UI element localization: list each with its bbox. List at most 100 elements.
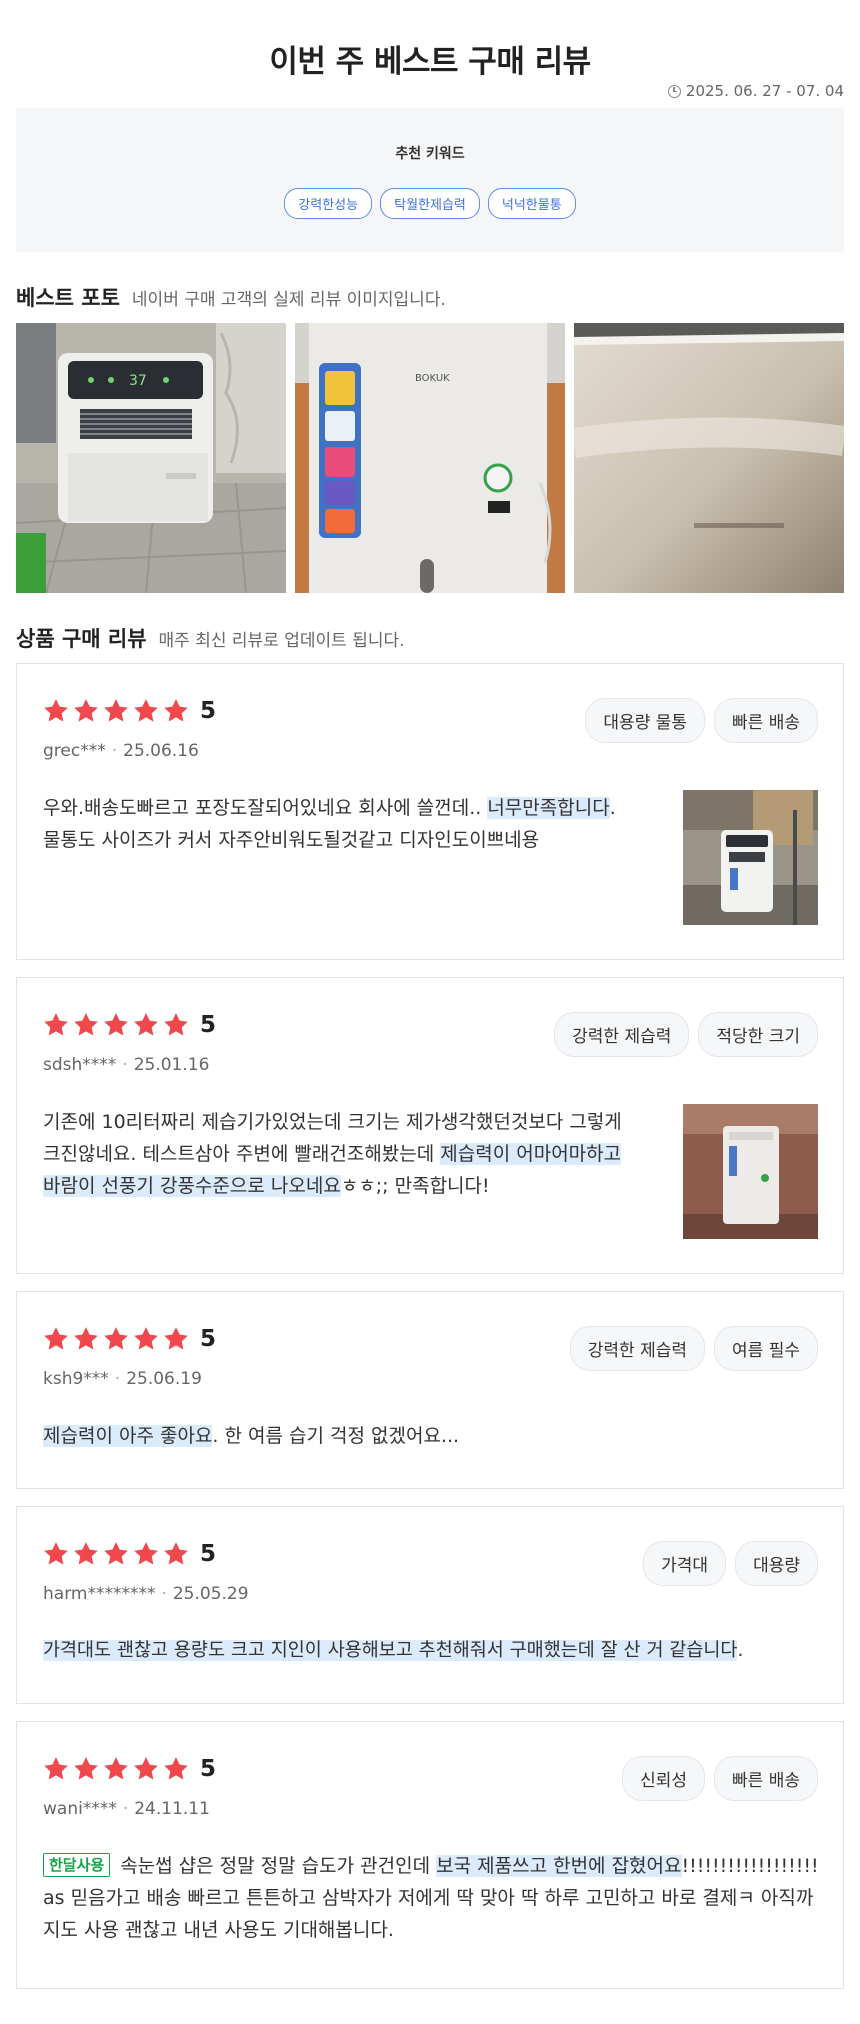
star-icon bbox=[44, 1542, 68, 1565]
svg-text:BOKUK: BOKUK bbox=[415, 373, 450, 384]
review-card[interactable]: 5 grec*** · 25.06.16 대용량 물통 빠른 배송 우와.배송도빠르… bbox=[16, 663, 844, 960]
review-meta: sdsh**** · 25.01.16 bbox=[43, 1055, 210, 1075]
best-photo-1[interactable]: 37 bbox=[16, 323, 286, 593]
review-text: 우와.배송도빠르고 포장도잘되어있네요 회사에 쓸껀데.. 너무만족합니다. 물통… bbox=[43, 797, 616, 851]
keyword-tag-list: 강력한성능 탁월한제습력 넉넉한물통 bbox=[16, 188, 844, 219]
reviewer-id: grec*** bbox=[43, 741, 106, 761]
review-photo bbox=[683, 790, 818, 925]
review-tag[interactable]: 가격대 bbox=[643, 1541, 727, 1586]
star-icon bbox=[74, 1757, 98, 1780]
review-meta: grec*** · 25.06.16 bbox=[43, 741, 199, 761]
review-thumbnail[interactable] bbox=[683, 1104, 818, 1239]
clock-icon bbox=[667, 84, 681, 98]
star-icon bbox=[134, 1327, 158, 1350]
star-icon bbox=[44, 1757, 68, 1780]
star-icon bbox=[74, 1542, 98, 1565]
review-tag[interactable]: 여름 필수 bbox=[714, 1326, 818, 1371]
star-icon bbox=[134, 699, 158, 722]
usage-period-badge: 한달사용 bbox=[43, 1853, 111, 1877]
review-tag[interactable]: 대용량 물통 bbox=[585, 698, 706, 743]
keywords-title: 추천 키워드 bbox=[395, 146, 465, 162]
review-card[interactable]: 5 sdsh**** · 25.01.16 강력한 제습력 적당한 크기 기존에 1… bbox=[16, 977, 844, 1274]
star-rating: 5 bbox=[42, 1011, 216, 1039]
review-tag[interactable]: 신뢰성 bbox=[622, 1756, 706, 1801]
star-icon bbox=[44, 1013, 68, 1036]
review-text: 한달사용 속눈썹 샵은 정말 정말 습도가 관건인데 보국 제품쓰고 한번에 잡혔… bbox=[43, 1853, 819, 1941]
keyword-tag[interactable]: 강력한성능 bbox=[284, 188, 373, 219]
review-tags: 대용량 물통 빠른 배송 bbox=[585, 698, 818, 743]
reviewer-id: sdsh**** bbox=[43, 1055, 117, 1075]
star-rating: 5 bbox=[42, 1325, 216, 1353]
star-icon bbox=[104, 1013, 128, 1036]
review-tag[interactable]: 빠른 배송 bbox=[714, 1756, 818, 1801]
review-date: 24.11.11 bbox=[134, 1799, 210, 1819]
best-photo-title: 베스트 포토 bbox=[16, 286, 120, 310]
star-icon bbox=[104, 1757, 128, 1780]
star-icon bbox=[164, 1542, 188, 1565]
review-tags: 가격대 대용량 bbox=[643, 1541, 818, 1586]
period-text: 2025. 06. 27 - 07. 04 bbox=[685, 82, 844, 100]
star-icon bbox=[44, 1327, 68, 1350]
best-photo-header: 베스트 포토 네이버 구매 고객의 실제 리뷰 이미지입니다. bbox=[16, 282, 446, 312]
review-text: 가격대도 괜찮고 용량도 크고 지인이 사용해보고 추천해줘서 구매했는데 잘 … bbox=[43, 1640, 744, 1661]
reviews-header: 상품 구매 리뷰 매주 최신 리뷰로 업데이트 됩니다. bbox=[16, 623, 405, 653]
review-date: 25.01.16 bbox=[133, 1055, 210, 1075]
review-meta: wani**** · 24.11.11 bbox=[43, 1799, 210, 1819]
review-tags: 강력한 제습력 적당한 크기 bbox=[554, 1012, 818, 1057]
review-tag[interactable]: 빠른 배송 bbox=[714, 698, 818, 743]
reviews-title: 상품 구매 리뷰 bbox=[16, 627, 147, 651]
dehumidifier-closeup-photo bbox=[574, 323, 844, 593]
star-icon bbox=[74, 1013, 98, 1036]
reviews-subtitle: 매주 최신 리뷰로 업데이트 됩니다. bbox=[158, 631, 405, 651]
star-icon bbox=[164, 1327, 188, 1350]
star-icon bbox=[74, 1327, 98, 1350]
reviewer-id: wani**** bbox=[43, 1799, 117, 1819]
review-tag[interactable]: 대용량 bbox=[735, 1541, 818, 1586]
review-tags: 강력한 제습력 여름 필수 bbox=[569, 1326, 818, 1371]
star-icon bbox=[104, 1327, 128, 1350]
star-icon bbox=[134, 1542, 158, 1565]
review-meta: ksh9*** · 25.06.19 bbox=[43, 1369, 202, 1389]
keyword-tag[interactable]: 탁월한제습력 bbox=[380, 188, 480, 219]
star-icon bbox=[164, 1757, 188, 1780]
star-icon bbox=[104, 699, 128, 722]
star-icon bbox=[44, 699, 68, 722]
page: 이번 주 베스트 구매 리뷰 2025. 06. 27 - 07. 04 추천 … bbox=[0, 0, 860, 2024]
review-card[interactable]: 5 harm******** · 25.05.29 가격대 대용량 가격대도 괜찮고… bbox=[16, 1506, 844, 1704]
review-tag[interactable]: 강력한 제습력 bbox=[569, 1326, 706, 1371]
review-tag[interactable]: 강력한 제습력 bbox=[554, 1012, 690, 1057]
star-icon bbox=[164, 699, 188, 722]
rating-value: 5 bbox=[200, 1756, 217, 1782]
page-title: 이번 주 베스트 구매 리뷰 bbox=[269, 44, 591, 80]
review-highlight: 가격대도 괜찮고 용량도 크고 지인이 사용해보고 추천해줘서 구매했는데 잘 … bbox=[43, 1640, 738, 1661]
review-date: 25.06.16 bbox=[123, 741, 199, 761]
review-period: 2025. 06. 27 - 07. 04 bbox=[667, 82, 844, 100]
review-thumbnail[interactable] bbox=[683, 790, 818, 925]
rating-value: 5 bbox=[200, 1012, 217, 1038]
svg-text:37: 37 bbox=[129, 373, 147, 389]
review-highlight: 제습력이 아주 좋아요 bbox=[43, 1425, 213, 1447]
star-rating: 5 bbox=[42, 1755, 216, 1783]
best-photo-gallery: 37 BOKUK bbox=[16, 323, 844, 593]
star-icon bbox=[134, 1757, 158, 1780]
best-photo-3[interactable] bbox=[574, 323, 844, 593]
dehumidifier-front-photo: BOKUK bbox=[295, 323, 565, 593]
star-icon bbox=[164, 1013, 188, 1036]
review-card[interactable]: 5 wani**** · 24.11.11 신뢰성 빠른 배송 한달사용 속눈썹 샵은… bbox=[16, 1721, 844, 1989]
review-highlight: 너무만족합니다 bbox=[487, 797, 610, 819]
star-icon bbox=[104, 1542, 128, 1565]
reviewer-id: harm******** bbox=[43, 1584, 156, 1604]
dehumidifier-photo: 37 bbox=[16, 323, 286, 593]
best-photo-2[interactable]: BOKUK bbox=[295, 323, 565, 593]
review-tag[interactable]: 적당한 크기 bbox=[698, 1012, 818, 1057]
star-icon bbox=[74, 699, 98, 722]
review-photo bbox=[683, 1104, 818, 1239]
star-rating: 5 bbox=[42, 697, 216, 725]
review-meta: harm******** · 25.05.29 bbox=[43, 1584, 249, 1604]
review-text: 기존에 10리터짜리 제습기가있었는데 크기는 제가생각했던것보다 그렇게 크진… bbox=[43, 1111, 622, 1197]
review-date: 25.05.29 bbox=[172, 1584, 249, 1604]
keyword-tag[interactable]: 넉넉한물통 bbox=[487, 188, 576, 219]
review-date: 25.06.19 bbox=[126, 1369, 202, 1389]
review-tags: 신뢰성 빠른 배송 bbox=[622, 1756, 818, 1801]
review-card[interactable]: 5 ksh9*** · 25.06.19 강력한 제습력 여름 필수 제습력이 아주… bbox=[16, 1291, 844, 1489]
